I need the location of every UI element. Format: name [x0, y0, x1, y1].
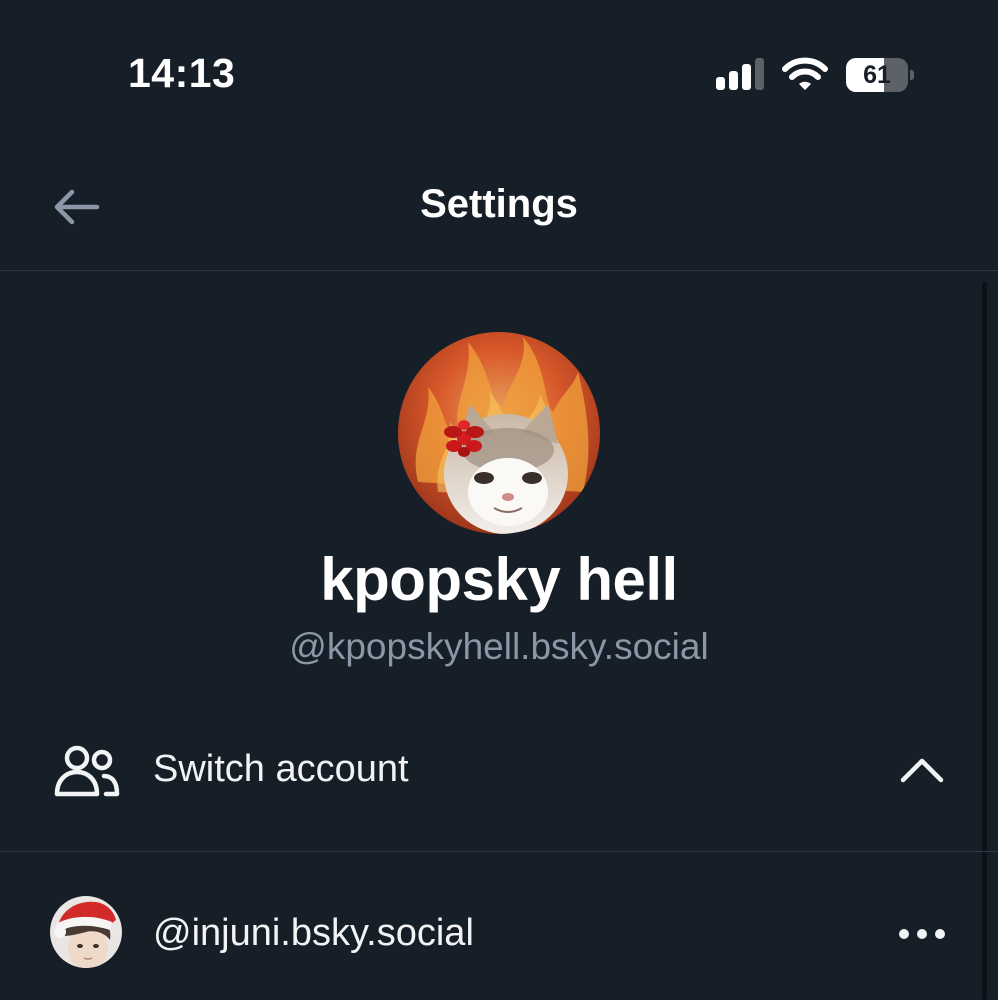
cat-fire-avatar-image [398, 332, 600, 534]
account-row[interactable]: @injuni.bsky.social [0, 882, 998, 992]
signal-icon [716, 58, 764, 90]
users-icon [54, 745, 120, 797]
switch-account-label: Switch account [153, 748, 409, 790]
profile-handle: @kpopskyhell.bsky.social [289, 626, 709, 667]
battery-icon: 61 [846, 58, 914, 92]
switch-account-divider [0, 851, 998, 852]
santa-hat-avatar-image [50, 896, 122, 968]
status-time: 14:13 [128, 50, 236, 96]
switch-account-row[interactable]: Switch account [0, 712, 998, 832]
wifi-icon [782, 57, 828, 90]
battery-percent: 61 [863, 61, 891, 89]
chevron-up-icon[interactable] [898, 750, 946, 790]
header-divider [0, 270, 998, 271]
account-avatar [50, 896, 122, 968]
page-title: Settings [420, 182, 578, 226]
profile-display-name: kpopsky hell [320, 546, 678, 613]
profile-avatar[interactable] [398, 332, 600, 534]
settings-screen: 14:13 61 Settings kpopsky hell @kpopskyh… [0, 0, 998, 1000]
account-handle: @injuni.bsky.social [153, 912, 474, 954]
more-dots-icon[interactable] [892, 912, 952, 956]
